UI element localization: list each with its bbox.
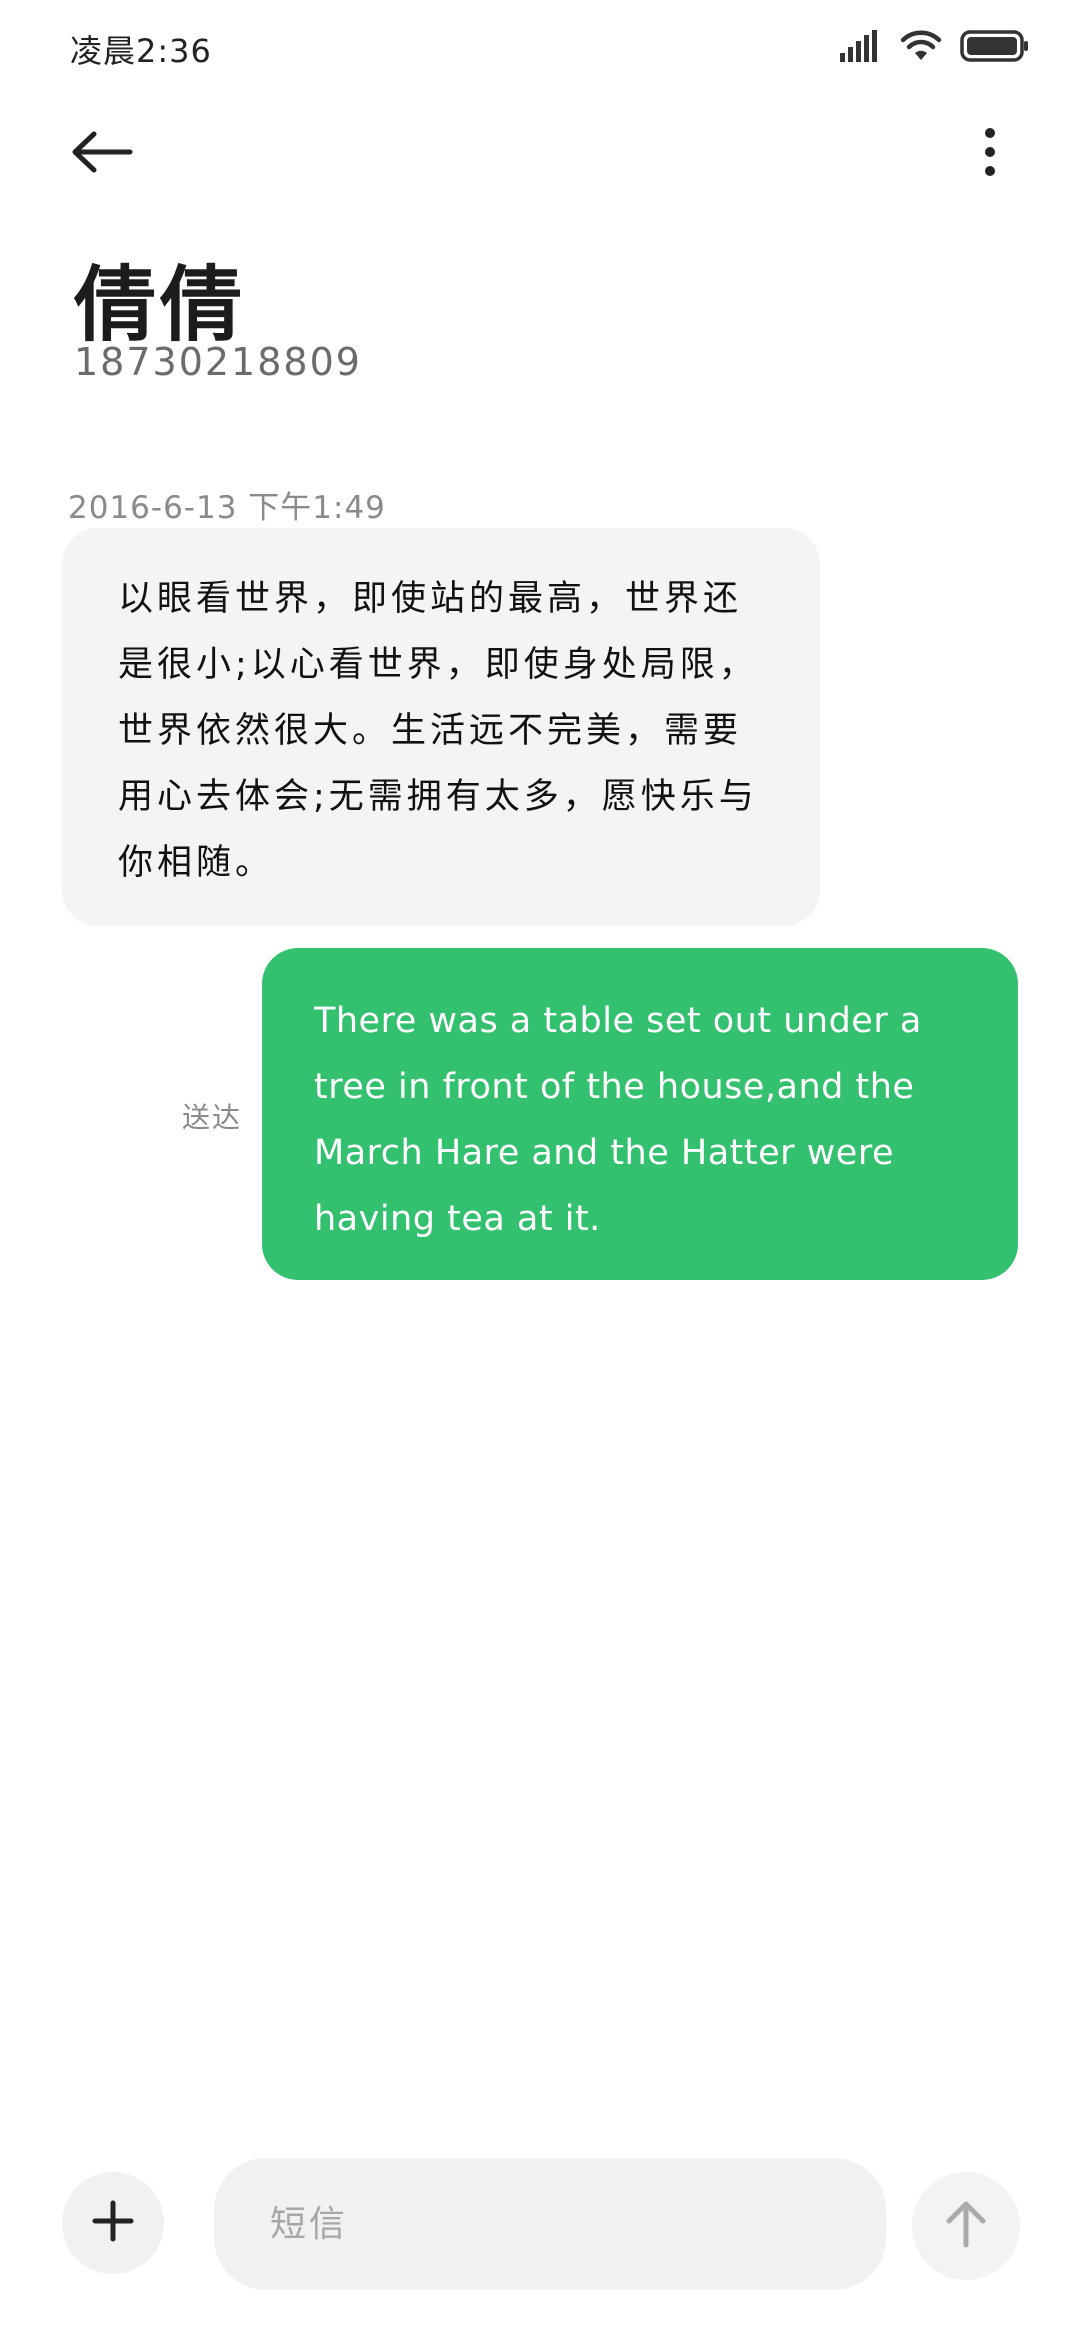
battery-icon: [960, 29, 1030, 67]
outgoing-message-bubble[interactable]: There was a table set out under a tree i…: [262, 948, 1018, 1280]
contact-number[interactable]: 18730218809: [74, 340, 362, 384]
plus-icon: [91, 2199, 135, 2247]
more-options-button[interactable]: [960, 118, 1020, 190]
message-input[interactable]: [214, 2158, 886, 2290]
arrow-up-icon: [943, 2199, 989, 2253]
wifi-icon: [900, 29, 942, 67]
signal-icon: [838, 29, 882, 67]
more-vertical-icon: [983, 127, 997, 181]
message-timestamp: 2016-6-13 下午1:49: [68, 490, 386, 526]
status-time: 凌晨2:36: [70, 32, 212, 70]
status-icons: [838, 28, 1030, 68]
add-attachment-button[interactable]: [62, 2172, 164, 2274]
back-button[interactable]: [70, 118, 160, 190]
outgoing-message-text: There was a table set out under a tree i…: [314, 1001, 922, 1239]
send-button[interactable]: [912, 2172, 1020, 2280]
delivery-status: 送达: [182, 1101, 243, 1134]
incoming-message-text: 以眼看世界，即使站的最高，世界还是很小;以心看世界，即使身处局限，世界依然很大。…: [118, 579, 758, 883]
status-bar: 凌晨2:36: [0, 0, 1080, 96]
incoming-message-bubble[interactable]: 以眼看世界，即使站的最高，世界还是很小;以心看世界，即使身处局限，世界依然很大。…: [62, 528, 820, 926]
back-arrow-icon: [70, 130, 134, 178]
